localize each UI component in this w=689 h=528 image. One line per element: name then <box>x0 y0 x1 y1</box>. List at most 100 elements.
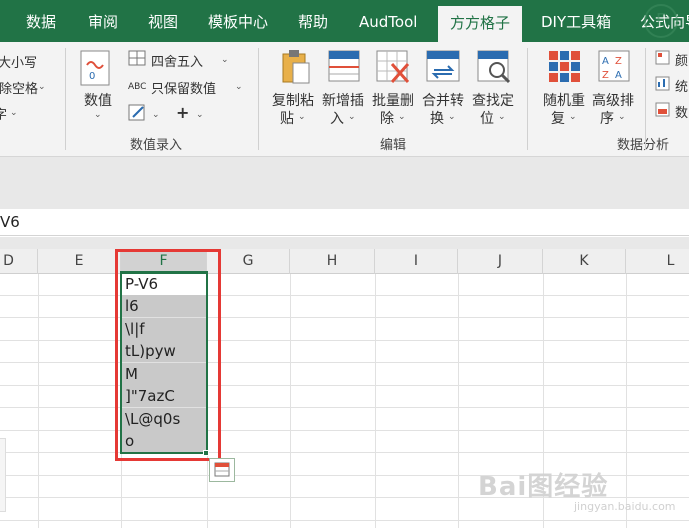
svg-text:Z: Z <box>615 56 622 67</box>
chevron-down-icon: ⌄ <box>448 112 456 122</box>
chevron-down-icon: ⌄ <box>196 110 204 120</box>
formula-bar[interactable]: V6 <box>0 209 689 236</box>
formula-bar-gap <box>0 237 689 249</box>
formula-bar-value: V6 <box>0 213 20 231</box>
chevron-down-icon: ⌄ <box>235 82 243 92</box>
quick-analysis-icon <box>214 462 230 477</box>
value-button[interactable]: 数值 <box>84 90 112 110</box>
chevron-down-icon: ⌄ <box>498 112 506 122</box>
random-repeat-button[interactable]: 随机重 <box>543 90 585 110</box>
copy-paste-icon <box>282 50 310 84</box>
ribbon-separator <box>645 48 646 150</box>
ribbon-panel: 大小写 ⌄ 删除空格 ⌄ 字 ⌄ 0 数值 ⌄ 四舍五入 ⌄ ABC 只保留数值… <box>0 42 689 157</box>
find-locate-button[interactable]: 查找定 <box>472 90 514 110</box>
ribbon-separator <box>65 48 66 150</box>
highlight-annotation-box <box>115 249 221 461</box>
grid-row-line <box>0 295 689 296</box>
batch-delete-button-line2: 除 <box>380 111 394 127</box>
insert-rows-icon <box>328 50 360 82</box>
plus-button[interactable]: + <box>176 103 189 122</box>
color-button[interactable]: 颜 <box>675 50 688 69</box>
batch-delete-button[interactable]: 批量删 <box>372 90 414 110</box>
column-header-d[interactable]: D <box>0 249 38 274</box>
watermark-text: Bai图经验 <box>478 472 609 502</box>
chevron-down-icon: ⌄ <box>94 110 102 120</box>
color-icon <box>655 50 670 65</box>
grid-col-line <box>626 274 627 528</box>
advanced-sort-button-line2: 序 <box>600 111 614 127</box>
tab-data[interactable]: 数据 <box>26 0 56 42</box>
chevron-down-icon: ⌄ <box>348 112 356 122</box>
brand-logo-icon: F <box>644 4 678 38</box>
ribbon-separator <box>527 48 528 150</box>
random-repeat-icon <box>549 51 580 82</box>
data-button[interactable]: 数 <box>675 102 688 121</box>
find-locate-button-line2: 位 <box>480 111 494 127</box>
tab-view[interactable]: 视图 <box>148 0 178 42</box>
grid-row-line <box>0 520 689 521</box>
merge-convert-icon <box>426 50 460 82</box>
find-locate-icon <box>477 50 511 84</box>
side-panel-edge <box>0 438 6 512</box>
ribbon-tab-bar: 数据 审阅 视图 模板中心 帮助 AudTool 方方格子 DIY工具箱 公式向… <box>0 0 689 42</box>
merge-convert-button[interactable]: 合并转 <box>422 90 464 110</box>
round-icon <box>128 50 146 66</box>
remove-spaces-button[interactable]: 删除空格 <box>0 78 38 97</box>
grid-row-line <box>0 385 689 386</box>
column-header-h[interactable]: H <box>290 249 375 274</box>
column-header-j[interactable]: J <box>458 249 543 274</box>
chevron-down-icon: ⌄ <box>10 108 18 118</box>
grid-row-line <box>0 407 689 408</box>
grid-col-line <box>375 274 376 528</box>
chevron-down-icon: ⌄ <box>298 112 306 122</box>
advanced-sort-button[interactable]: 高级排 <box>592 90 634 110</box>
ribbon-separator <box>258 48 259 150</box>
svg-text:0: 0 <box>89 71 95 82</box>
grid-row-line <box>0 317 689 318</box>
svg-text:A: A <box>602 56 609 67</box>
group-label-numeric-entry: 数值录入 <box>130 138 183 153</box>
edit-cell-icon <box>128 104 145 121</box>
grid-row-line <box>0 340 689 341</box>
stats-icon <box>655 76 670 91</box>
watermark-subtext: jingyan.baidu.com <box>574 500 676 513</box>
copy-paste-button[interactable]: 复制粘 <box>272 90 314 110</box>
grid-col-line <box>38 274 39 528</box>
grid-col-line <box>458 274 459 528</box>
keep-values-button[interactable]: 只保留数值 <box>151 78 216 97</box>
abc-icon: ABC <box>128 82 147 92</box>
column-header-i[interactable]: I <box>375 249 458 274</box>
random-repeat-button-line2: 复 <box>551 111 565 127</box>
char-button[interactable]: 字 <box>0 104 7 123</box>
grid-row-line <box>0 430 689 431</box>
tab-diy-toolbox[interactable]: DIY工具箱 <box>541 0 611 42</box>
chevron-down-icon: ⌄ <box>221 55 229 65</box>
tab-help[interactable]: 帮助 <box>298 0 328 42</box>
round-button[interactable]: 四舍五入 <box>151 51 203 70</box>
grid-row-line <box>0 452 689 453</box>
grid-col-line <box>290 274 291 528</box>
tab-audtool[interactable]: AudTool <box>359 0 417 42</box>
chevron-down-icon: ⌄ <box>618 112 626 122</box>
column-header-row: D E F G H I J K L <box>0 249 689 274</box>
value-sheet-icon: 0 <box>80 50 110 86</box>
insert-button-line2: 入 <box>330 111 344 127</box>
group-label-data-analysis: 数据分析 <box>617 138 670 153</box>
batch-delete-icon <box>376 50 410 83</box>
copy-paste-button-line2: 贴 <box>280 111 294 127</box>
tab-fangfanggezi[interactable]: 方方格子 <box>438 6 523 42</box>
chevron-down-icon: ⌄ <box>398 112 406 122</box>
chevron-down-icon: ⌄ <box>38 82 46 92</box>
quick-analysis-button[interactable] <box>209 458 235 482</box>
insert-button[interactable]: 新增插 <box>322 90 364 110</box>
column-header-l[interactable]: L <box>626 249 689 274</box>
stats-button[interactable]: 统 <box>675 76 688 95</box>
tab-template-center[interactable]: 模板中心 <box>208 0 268 42</box>
chevron-down-icon: ⌄ <box>152 110 160 120</box>
column-header-e[interactable]: E <box>38 249 121 274</box>
group-label-edit: 编辑 <box>380 138 407 153</box>
ribbon-lower-band <box>0 157 689 209</box>
grid-row-line <box>0 362 689 363</box>
tab-review[interactable]: 审阅 <box>88 0 118 42</box>
column-header-k[interactable]: K <box>543 249 626 274</box>
